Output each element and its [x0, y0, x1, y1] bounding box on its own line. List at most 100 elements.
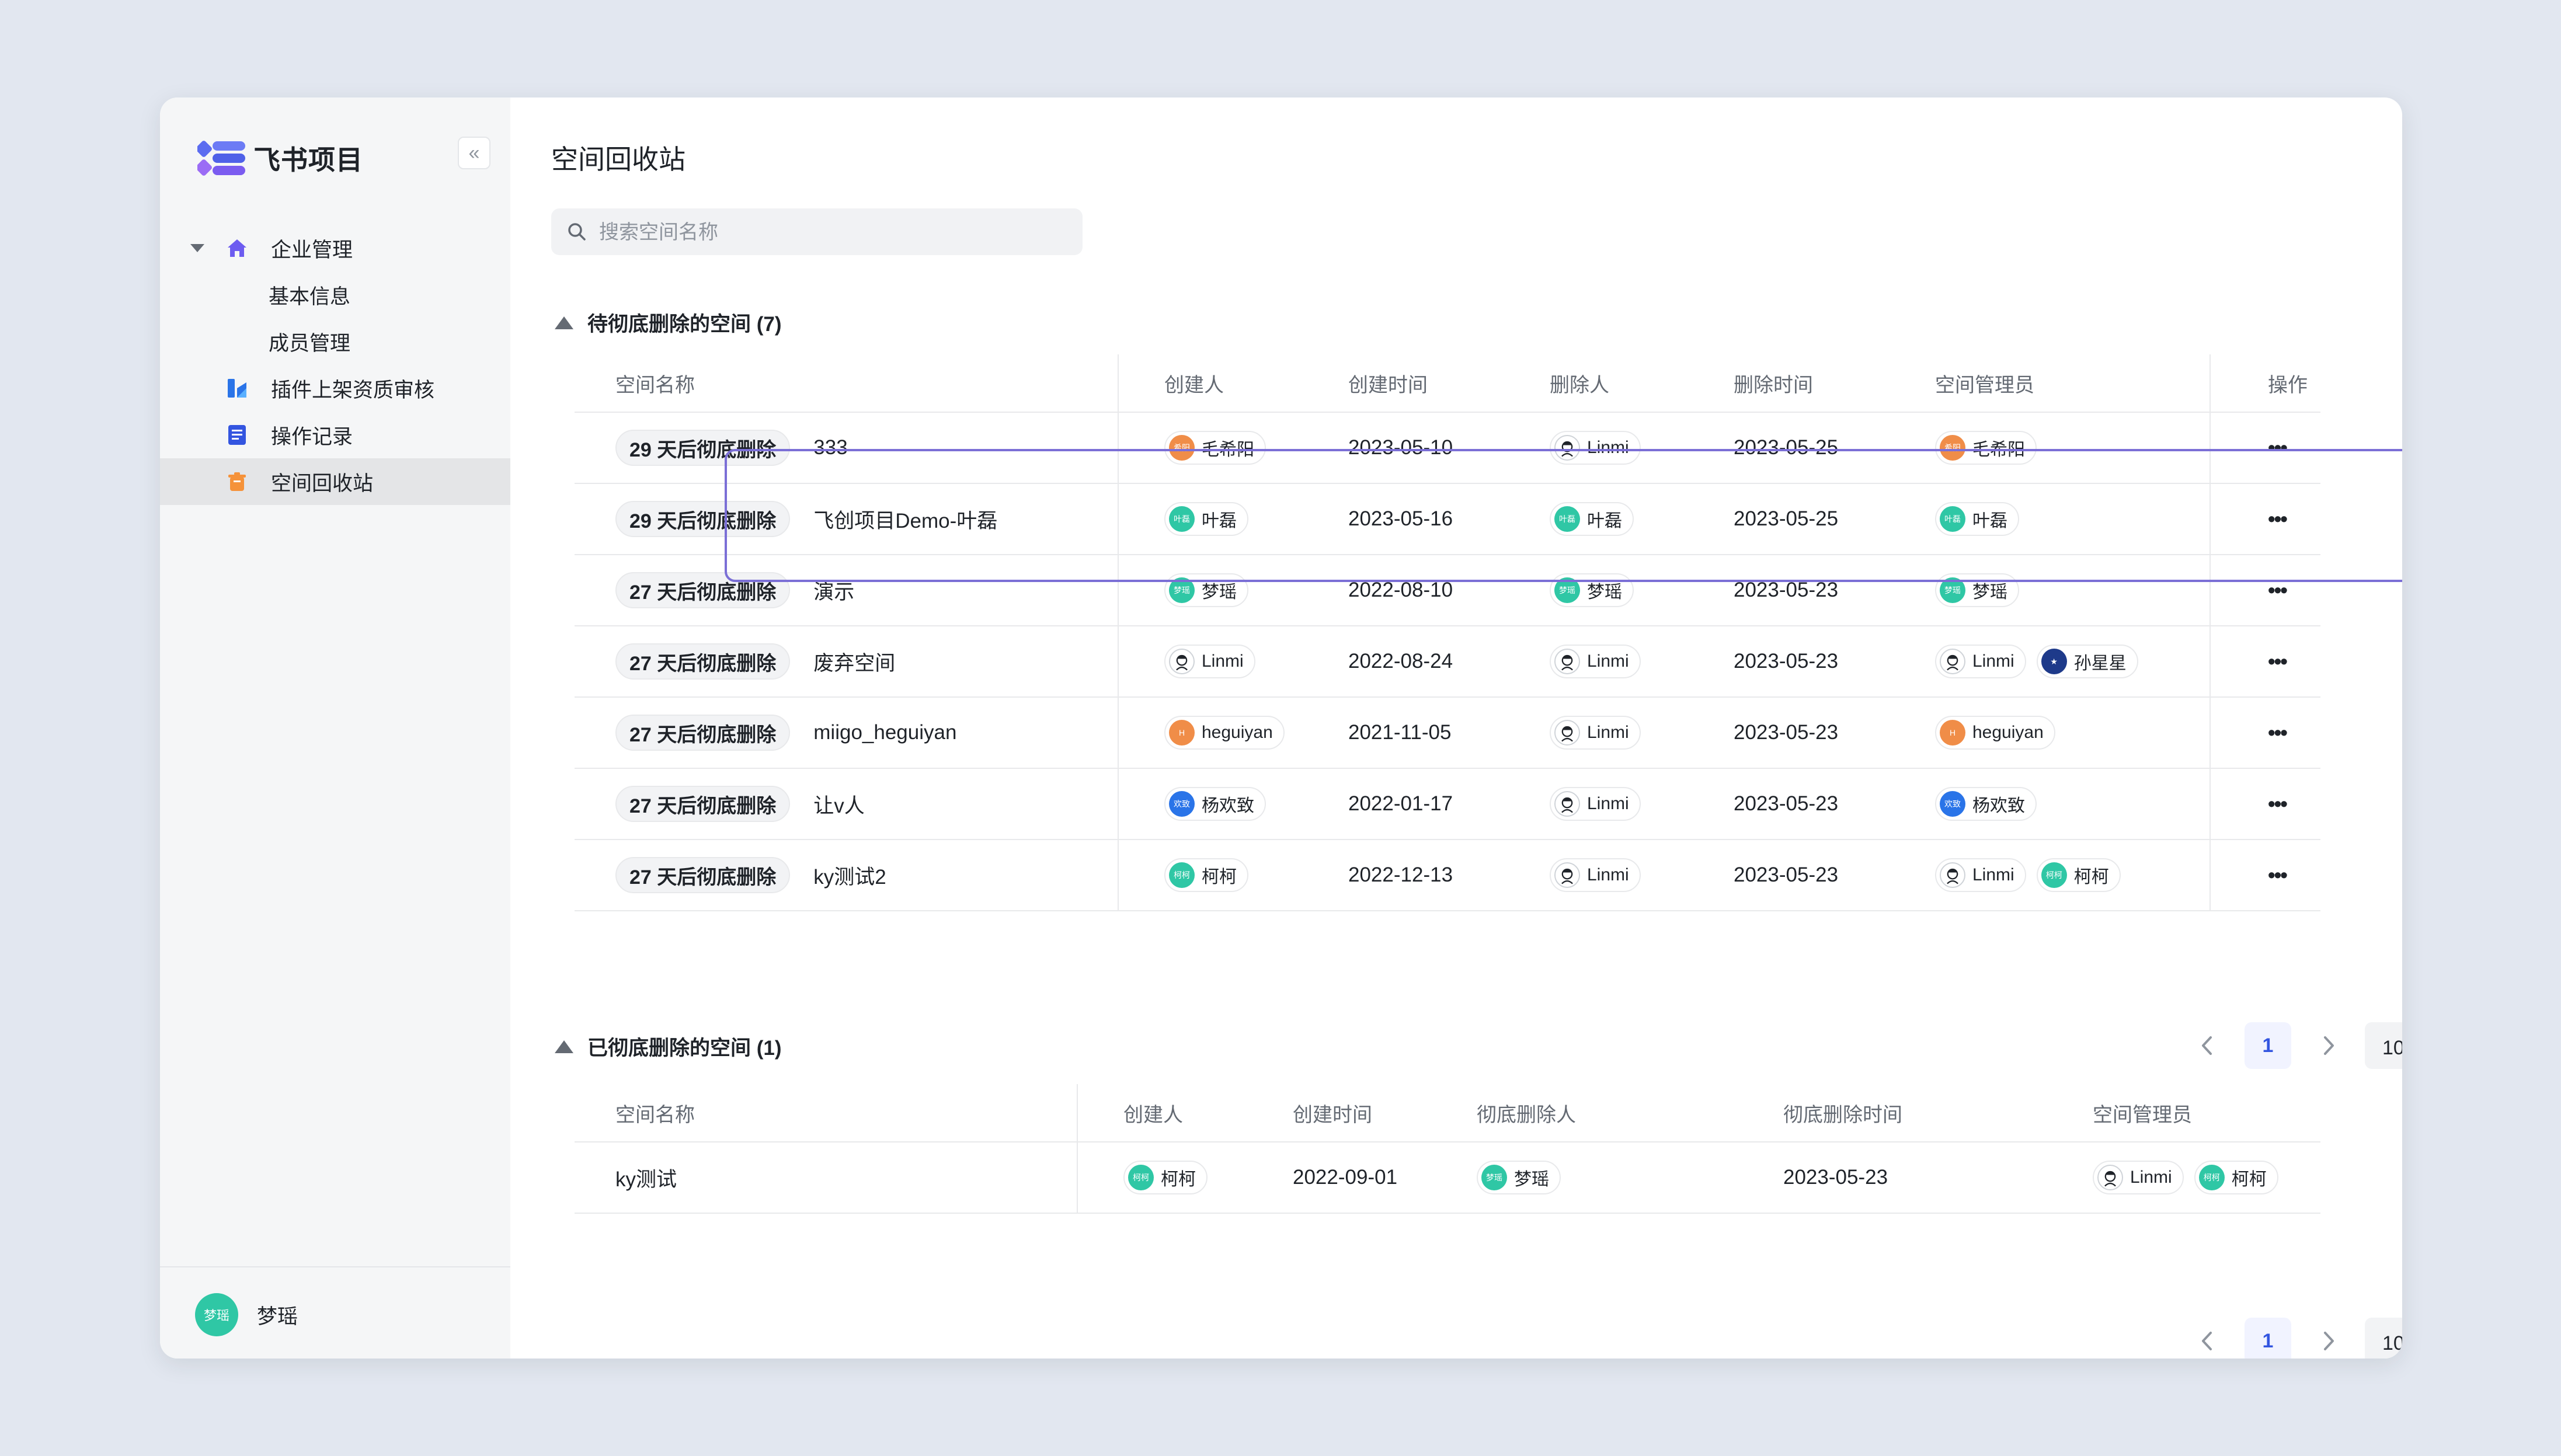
deleted-section-toggle[interactable]: 已彻底删除的空间 (1) — [555, 1032, 782, 1061]
collapse-sidebar-button[interactable]: « — [458, 137, 490, 169]
chevron-right-icon[interactable] — [2315, 1326, 2344, 1356]
feishu-project-logo-icon — [197, 141, 245, 176]
more-icon[interactable]: ••• — [2268, 436, 2288, 460]
sidebar-item-label: 企业管理 — [271, 238, 353, 262]
user-name: 梦瑶 — [1514, 1170, 1549, 1189]
pending-pagination: 1 10 条/页 — [2192, 1022, 2402, 1069]
table-row[interactable]: 29 天后彻底删除 333 希阳 毛希阳 2023-05-10 Linmi 2023-05-… — [575, 413, 2320, 484]
table-row[interactable]: 27 天后彻底删除 废弃空间 Linmi 2022-08-24 Linmi 2023-05… — [575, 626, 2320, 698]
avatar[interactable]: 梦瑶 — [195, 1293, 238, 1336]
table-row[interactable]: 29 天后彻底删除 飞创项目Demo-叶磊 叶磊 叶磊 2023-05-16 叶磊 叶磊 20… — [575, 484, 2320, 555]
avatar: 梦瑶 — [1169, 577, 1195, 603]
pending-section-toggle[interactable]: 待彻底删除的空间 (7) — [555, 308, 782, 337]
user-chip[interactable]: 梦瑶 梦瑶 — [1550, 573, 1634, 607]
sidebar-item-recycle-bin[interactable]: 空间回收站 — [160, 458, 510, 505]
page-size-select[interactable]: 10 条/页 — [2365, 1022, 2402, 1069]
user-chip[interactable]: 柯柯 柯柯 — [1123, 1161, 1208, 1194]
search-input[interactable] — [598, 208, 1067, 256]
space-name: miigo_heguiyan — [813, 721, 957, 744]
space-name: 飞创项目Demo-叶磊 — [813, 509, 998, 532]
user-name: 叶磊 — [1587, 511, 1622, 531]
user-chip[interactable]: 柯柯 柯柯 — [2194, 1161, 2278, 1194]
more-icon[interactable]: ••• — [2268, 578, 2288, 602]
space-name-cell: 27 天后彻底删除 废弃空间 — [615, 626, 895, 696]
status-badge: 27 天后彻底删除 — [615, 715, 791, 751]
column-header: 彻底删除时间 — [1783, 1103, 1902, 1126]
page-size-select[interactable]: 10 条/页 — [2365, 1318, 2402, 1359]
user-chip[interactable]: Linmi — [1550, 716, 1641, 750]
sidebar-item-basic-info[interactable]: 基本信息 — [160, 271, 510, 318]
avatar: 欢致 — [1169, 791, 1195, 817]
user-chip[interactable]: 希阳 毛希阳 — [1935, 431, 2037, 465]
creator-cell: 叶磊 叶磊 — [1164, 484, 1259, 554]
more-icon[interactable]: ••• — [2268, 507, 2288, 531]
user-chip[interactable]: Linmi — [2093, 1161, 2184, 1194]
page-number-button[interactable]: 1 — [2245, 1318, 2291, 1359]
table-row[interactable]: 27 天后彻底删除 ky测试2 柯柯 柯柯 2022-12-13 Linmi 2023-05… — [575, 840, 2320, 911]
deleter-cell: Linmi — [1550, 769, 1651, 839]
table-row[interactable]: 27 天后彻底删除 miigo_heguiyan Hheguiyan 2021-11-… — [575, 698, 2320, 769]
chevron-left-icon[interactable] — [2192, 1326, 2221, 1356]
sidebar-item-label: 成员管理 — [269, 332, 351, 355]
chevron-left-icon[interactable] — [2192, 1031, 2221, 1060]
sidebar-item-logs[interactable]: 操作记录 — [160, 412, 510, 458]
user-chip[interactable]: Linmi — [1550, 787, 1641, 821]
sidebar-item-label: 操作记录 — [271, 425, 353, 448]
collapse-triangle-icon — [555, 1040, 573, 1053]
chevron-right-icon[interactable] — [2315, 1031, 2344, 1060]
user-chip[interactable]: 欢致 杨欢致 — [1935, 787, 2037, 821]
user-chip[interactable]: Linmi — [1935, 858, 2026, 892]
user-chip[interactable]: 梦瑶 梦瑶 — [1164, 573, 1248, 607]
created-time-cell: 2023-05-16 — [1348, 507, 1453, 530]
column-header: 彻底删除人 — [1477, 1103, 1576, 1126]
user-chip[interactable]: Linmi — [1550, 858, 1641, 892]
space-name-cell: 27 天后彻底删除 让v人 — [615, 769, 865, 839]
space-name-cell: 27 天后彻底删除 ky测试2 — [615, 840, 886, 910]
page-number-button[interactable]: 1 — [2245, 1022, 2291, 1069]
admins-cell: Linmi 柯柯 柯柯 — [1935, 840, 2131, 910]
user-name: Linmi — [2130, 1168, 2172, 1187]
table-row[interactable]: 27 天后彻底删除 让v人 欢致 杨欢致 2022-01-17 Linmi 2023-05-… — [575, 769, 2320, 840]
user-chip[interactable]: 希阳 毛希阳 — [1164, 431, 1266, 465]
caret-down-icon — [190, 244, 204, 252]
table-header-row: 空间名称 创建人 创建时间 彻底删除人 彻底删除时间 空间管理员 — [575, 1084, 2320, 1142]
user-chip[interactable]: Linmi — [1935, 645, 2026, 678]
user-chip[interactable]: Hheguiyan — [1935, 716, 2055, 750]
user-chip[interactable]: Hheguiyan — [1164, 716, 1285, 750]
admins-cell: 欢致 杨欢致 — [1935, 769, 2047, 839]
user-chip[interactable]: 叶磊 叶磊 — [1935, 502, 2019, 536]
sidebar-item-enterprise[interactable]: 企业管理 — [160, 225, 510, 271]
more-icon[interactable]: ••• — [2268, 649, 2288, 674]
user-chip[interactable]: Linmi — [1164, 645, 1255, 678]
user-chip[interactable]: 叶磊 叶磊 — [1164, 502, 1248, 536]
table-row[interactable]: ky测试 柯柯 柯柯 2022-09-01 梦瑶 梦瑶 2023-05-23 Linmi 柯柯柯… — [575, 1142, 2320, 1214]
table-header-row: 空间名称 创建人 创建时间 删除人 删除时间 空间管理员 操作 — [575, 354, 2320, 413]
column-header: 创建时间 — [1293, 1103, 1372, 1126]
user-chip[interactable]: 柯柯 柯柯 — [1164, 858, 1248, 892]
user-name: 柯柯 — [1202, 868, 1237, 887]
sidebar-item-plugin-review[interactable]: 插件上架资质审核 — [160, 365, 510, 412]
user-chip[interactable]: 柯柯 柯柯 — [2036, 858, 2121, 892]
user-chip[interactable]: 欢致 杨欢致 — [1164, 787, 1266, 821]
sidebar-item-members[interactable]: 成员管理 — [160, 318, 510, 365]
user-name: 梦瑶 — [1587, 583, 1622, 602]
more-icon[interactable]: ••• — [2268, 792, 2288, 816]
avatar: 柯柯 — [1128, 1165, 1154, 1190]
column-header: 创建人 — [1123, 1103, 1183, 1126]
user-chip[interactable]: Linmi — [1550, 431, 1641, 465]
table-row[interactable]: 27 天后彻底删除 演示 梦瑶 梦瑶 2022-08-10 梦瑶 梦瑶 2023-05-23 梦… — [575, 555, 2320, 626]
space-name: 333 — [813, 436, 848, 459]
creator-cell: 希阳 毛希阳 — [1164, 413, 1276, 483]
created-time-cell: 2022-12-13 — [1348, 863, 1453, 886]
avatar: 希阳 — [1169, 435, 1195, 461]
user-chip[interactable]: Linmi — [1550, 645, 1641, 678]
user-chip[interactable]: 梦瑶 梦瑶 — [1935, 573, 2019, 607]
user-chip[interactable]: 梦瑶 梦瑶 — [1477, 1161, 1561, 1194]
actions-cell: ••• — [2268, 555, 2288, 625]
user-chip[interactable]: 叶磊 叶磊 — [1550, 502, 1634, 536]
space-name-cell: 29 天后彻底删除 飞创项目Demo-叶磊 — [615, 484, 997, 554]
more-icon[interactable]: ••• — [2268, 720, 2288, 745]
user-chip[interactable]: ★ 孙星星 — [2036, 645, 2138, 678]
user-name: 毛希阳 — [1202, 440, 1254, 459]
more-icon[interactable]: ••• — [2268, 863, 2288, 887]
